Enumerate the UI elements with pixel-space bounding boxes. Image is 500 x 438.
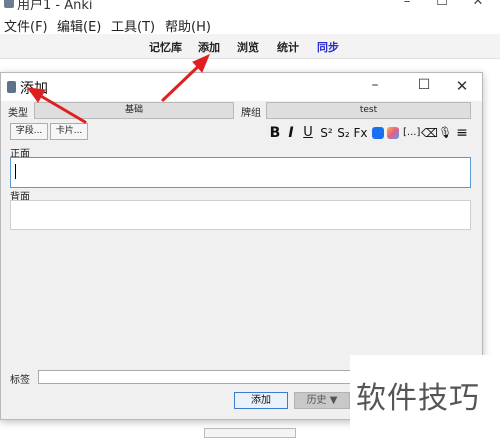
text-caret: [15, 164, 16, 179]
main-window-title: 用户1 - Anki: [17, 0, 93, 13]
tags-label: 标签: [10, 375, 30, 386]
dialog-title: 添加: [20, 81, 48, 97]
main-toolbar: 记忆库 添加 浏览 统计 同步: [0, 34, 500, 59]
close-icon[interactable]: ✕: [468, 0, 488, 9]
dialog-maximize-icon[interactable]: ☐: [410, 77, 438, 93]
watermark: 软件技巧: [350, 355, 500, 433]
dialog-close-icon[interactable]: ✕: [448, 77, 476, 95]
toolbar-sync[interactable]: 同步: [317, 39, 339, 55]
anki-app-icon: [4, 0, 14, 8]
menu-edit[interactable]: 编辑(E): [57, 16, 101, 35]
menu-tools[interactable]: 工具(T): [111, 16, 155, 35]
add-button[interactable]: 添加: [234, 392, 288, 409]
underline-button[interactable]: U: [302, 124, 314, 142]
toolbar-add[interactable]: 添加: [198, 39, 220, 55]
text-color-icon[interactable]: [372, 127, 384, 139]
minimize-icon[interactable]: –: [397, 0, 417, 9]
toolbar-browse[interactable]: 浏览: [237, 39, 259, 55]
toolbar-stats[interactable]: 统计: [277, 39, 299, 55]
eraser-icon[interactable]: ⌫: [421, 124, 438, 142]
dialog-minimize-icon[interactable]: –: [361, 77, 389, 93]
subscript-button[interactable]: S₂: [336, 124, 351, 142]
deck-label: 牌组: [241, 108, 261, 119]
bold-button[interactable]: B: [269, 124, 281, 142]
main-titlebar: 用户1 - Anki – ☐ ✕: [0, 0, 500, 14]
toolbar-decks[interactable]: 记忆库: [149, 39, 182, 55]
superscript-button[interactable]: S²: [319, 124, 334, 142]
fields-button[interactable]: 字段...: [10, 123, 48, 140]
clear-format-button[interactable]: Fx: [353, 124, 368, 142]
history-button[interactable]: 历史 ▼: [294, 392, 350, 409]
more-options-icon[interactable]: ≡: [455, 124, 469, 142]
highlight-color-icon[interactable]: [387, 127, 399, 139]
type-label: 类型: [8, 108, 28, 119]
menu-file[interactable]: 文件(F): [4, 16, 48, 35]
menubar: 文件(F) 编辑(E) 工具(T) 帮助(H): [0, 14, 500, 35]
microphone-icon[interactable]: 🎙: [438, 124, 452, 142]
note-type-selector[interactable]: 基础: [34, 102, 234, 119]
watermark-text: 软件技巧: [356, 381, 480, 416]
dialog-app-icon: [7, 81, 16, 93]
deck-selector[interactable]: test: [266, 102, 471, 119]
main-bottom-buttons: [204, 428, 296, 438]
maximize-icon[interactable]: ☐: [432, 0, 452, 9]
italic-button[interactable]: I: [286, 124, 296, 142]
back-field-input[interactable]: [10, 200, 471, 230]
front-field-input[interactable]: [10, 157, 471, 188]
menu-help[interactable]: 帮助(H): [165, 16, 211, 35]
dialog-titlebar: 添加 – ☐ ✕: [1, 73, 482, 101]
cards-button[interactable]: 卡片...: [50, 123, 88, 140]
cloze-button[interactable]: [...]: [403, 124, 420, 142]
